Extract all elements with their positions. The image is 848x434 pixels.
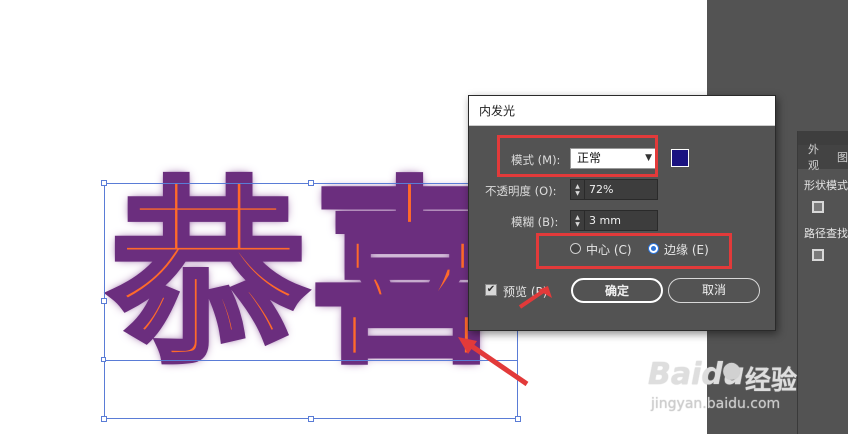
resize-handle-middle-left[interactable] [101,298,107,304]
resize-handle-bottom-center[interactable] [308,416,314,422]
tab-graphic[interactable]: 图 [837,149,848,165]
unite-shape-icon[interactable] [812,201,824,213]
preview-checkbox[interactable]: ✔ [485,284,497,296]
cancel-button[interactable]: 取消 [668,278,760,303]
opacity-value: 72% [589,183,614,196]
side-panel: 外观 图 形状模式 路径查找 [797,131,848,434]
opacity-field[interactable]: ▲ ▼ 72% [570,179,658,200]
paw-logo-icon: ● [722,358,742,383]
resize-handle-top-left[interactable] [101,180,107,186]
pathfinder-label: 路径查找 [804,227,848,240]
brand-text: 经验 [745,366,798,396]
opacity-stepper-icon[interactable]: ▲ ▼ [571,180,585,199]
preview-label[interactable]: 预览 (P) [503,283,547,300]
divide-path-icon[interactable] [812,249,824,261]
opacity-label: 不透明度 (O): [485,184,557,198]
ok-button[interactable]: 确定 [571,278,663,303]
resize-handle-bottom-left[interactable] [101,416,107,422]
blur-field[interactable]: ▲ ▼ 3 mm [570,210,658,231]
blur-stepper-icon[interactable]: ▲ ▼ [571,211,585,230]
annotation-box-mode [497,135,658,177]
resize-handle-bottom-right[interactable] [515,416,521,422]
tab-appearance[interactable]: 外观 [808,141,827,173]
selection-bounding-box[interactable] [104,183,518,419]
resize-handle-top-center[interactable] [308,180,314,186]
annotation-box-source [536,233,732,269]
dialog-title[interactable]: 内发光 [469,96,775,126]
blur-label: 模糊 (B): [511,215,559,229]
shape-modes-label: 形状模式 [804,179,848,192]
glow-color-swatch[interactable] [671,149,689,167]
baseline-handle[interactable] [101,357,106,362]
blur-value: 3 mm [589,214,621,227]
panel-tabs: 外观 图 [798,143,848,172]
text-baseline [104,360,518,361]
watermark-url: jingyan.baidu.com [651,396,781,412]
